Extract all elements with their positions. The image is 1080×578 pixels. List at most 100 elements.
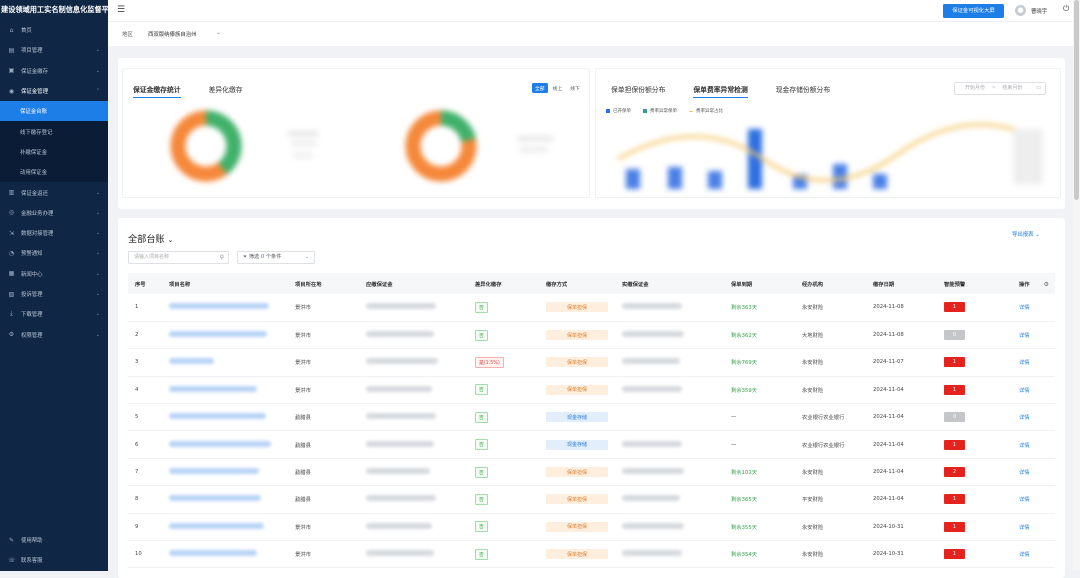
project-name-link[interactable]	[169, 522, 264, 529]
page-scrollbar[interactable]	[1073, 0, 1080, 571]
action-cell: 详情	[1012, 403, 1055, 432]
avatar[interactable]: ●	[1015, 5, 1026, 16]
ledger-title-dropdown[interactable]: 全部台账 ⌄	[128, 231, 174, 245]
tab-policy-0[interactable]: 保单担保份额分布	[611, 84, 665, 98]
sidebar-item-label: 联系客服	[21, 558, 43, 565]
sidebar-footer-item-1[interactable]: ☏ 联系客服	[0, 550, 108, 570]
data-link-icon: ⇲	[8, 229, 15, 237]
deposit-date-cell: 2024-11-04	[866, 458, 937, 487]
sidebar-item-after-1[interactable]: ◎ 金融业务办理 ⌄	[0, 203, 108, 223]
alert-badge[interactable]: 1	[944, 302, 965, 313]
sidebar-item-0[interactable]: ⌂ 首页	[0, 20, 108, 40]
detail-link[interactable]: 详情	[1019, 305, 1030, 311]
project-name-cell[interactable]	[162, 485, 288, 514]
project-name-link[interactable]	[169, 331, 267, 338]
project-name-cell[interactable]	[162, 294, 288, 322]
project-name-link[interactable]	[169, 550, 257, 557]
alert-badge[interactable]: 2	[944, 467, 965, 478]
detail-link[interactable]: 详情	[1019, 443, 1030, 449]
project-name-link[interactable]	[169, 358, 214, 365]
detail-link[interactable]: 详情	[1019, 333, 1030, 339]
project-name-link[interactable]	[169, 385, 257, 392]
ledger-card: 全部台账 ⌄ 导出报表 ⌄ 请输入项目名称 ⚲ ⏷ 筛选 0 个条件 ⌄ 序号 项目名…	[118, 218, 1065, 578]
detail-link[interactable]: 详情	[1019, 470, 1030, 476]
required-deposit-value	[366, 495, 436, 502]
detail-link[interactable]: 详情	[1019, 388, 1030, 394]
alert-badge[interactable]: 1	[944, 521, 965, 532]
segment-0[interactable]: 全部	[532, 83, 548, 93]
project-name-cell[interactable]	[162, 430, 288, 459]
sidebar-subitem-0[interactable]: 保证金台账	[0, 101, 108, 122]
search-icon[interactable]: ⚲	[220, 252, 224, 263]
location-cell: 勐腊县	[288, 403, 359, 432]
sidebar-item-after-3[interactable]: ◔ 预警通知 ⌄	[0, 243, 108, 263]
chevron-down-icon: ⌄	[95, 250, 100, 257]
export-report-button[interactable]: 导出报表 ⌄	[1012, 230, 1040, 238]
detail-link[interactable]: 详情	[1019, 552, 1030, 558]
project-name-link[interactable]	[169, 303, 269, 310]
alert-badge[interactable]: 1	[944, 494, 965, 505]
detail-link[interactable]: 详情	[1019, 415, 1030, 421]
sidebar-subitem-3[interactable]: 动用保证金	[0, 162, 108, 183]
sidebar-item-after-6[interactable]: ⤓ 下载管理 ⌄	[0, 304, 108, 324]
project-name-cell[interactable]	[162, 513, 288, 542]
tab-differential-deposit[interactable]: 差异化缴存	[209, 84, 243, 98]
project-name-cell[interactable]	[162, 540, 288, 569]
sidebar-item-1[interactable]: ▤ 项目管理 ⌄	[0, 40, 108, 60]
sidebar-footer-item-0[interactable]: ✎ 使用帮助	[0, 530, 108, 550]
start-month-input[interactable]: 开始月份	[965, 85, 985, 91]
differential-tag: 否	[475, 439, 488, 451]
tab-deposit-stats[interactable]: 保证金缴存统计	[133, 84, 181, 98]
project-name-link[interactable]	[169, 413, 266, 420]
alert-badge[interactable]: 1	[944, 549, 965, 560]
column-header: 经办机构	[795, 273, 866, 294]
project-name-cell[interactable]	[162, 321, 288, 350]
detail-link[interactable]: 详情	[1019, 360, 1030, 366]
project-name-cell[interactable]	[162, 403, 288, 432]
tab-policy-2[interactable]: 现金存储份额分布	[776, 84, 830, 98]
project-name-link[interactable]	[169, 440, 271, 447]
power-icon[interactable]: ⏻	[1063, 4, 1069, 14]
project-name-cell[interactable]	[162, 348, 288, 377]
sidebar-item-3[interactable]: ◉ 保证金管理 ⌃	[0, 81, 108, 101]
sidebar-subitem-2[interactable]: 补缴保证金	[0, 141, 108, 163]
project-search-input[interactable]: 请输入项目名称 ⚲	[128, 251, 229, 264]
alert-badge[interactable]: 1	[944, 357, 965, 368]
scrollbar-thumb[interactable]	[1074, 0, 1079, 200]
project-name-link[interactable]	[169, 468, 259, 475]
visualization-screen-button[interactable]: 保证金可视化大屏	[943, 4, 1004, 18]
sidebar-subitem-1[interactable]: 线下缴存登记	[0, 121, 108, 142]
segment-2[interactable]: 线下	[567, 83, 583, 93]
segment-1[interactable]: 线上	[550, 83, 566, 93]
sidebar-item-after-7[interactable]: ⚙ 权限管理 ⌄	[0, 324, 108, 344]
deposit-stats-panel: 保证金缴存统计 差异化缴存 全部 线上 线下	[122, 68, 590, 198]
alert-badge[interactable]: 1	[944, 384, 965, 395]
project-name-cell[interactable]	[162, 458, 288, 487]
end-month-input[interactable]: 结束月份	[1002, 85, 1022, 91]
detail-link[interactable]: 详情	[1019, 497, 1030, 503]
method-cell: 保单担保	[539, 376, 615, 405]
alert-badge[interactable]: 0	[944, 330, 965, 341]
username[interactable]: 曹晓宇	[1031, 7, 1047, 15]
tab-policy-1[interactable]: 保单费率异常检测	[693, 84, 748, 98]
project-name-cell[interactable]	[162, 376, 288, 405]
chevron-down-icon[interactable]: ⌄	[216, 29, 221, 36]
sidebar-item-2[interactable]: ▣ 保证金缴存 ⌄	[0, 61, 108, 81]
filter-dropdown[interactable]: ⏷ 筛选 0 个条件 ⌄	[237, 251, 315, 264]
paid-deposit-value	[622, 303, 682, 310]
alert-cell: 1	[937, 376, 1012, 405]
settings-icon[interactable]: ⚙	[1044, 281, 1049, 288]
detail-link[interactable]: 详情	[1019, 525, 1030, 531]
sidebar-item-after-0[interactable]: ▥ 保证金返还 ⌄	[0, 182, 108, 202]
row-number: 8	[128, 485, 162, 514]
column-header: 缴存日期	[866, 273, 937, 294]
menu-toggle-icon[interactable]: ☰	[117, 5, 125, 15]
region-select[interactable]: 西双版纳傣族自治州	[148, 30, 197, 38]
sidebar-item-after-4[interactable]: ▦ 新闻中心 ⌄	[0, 264, 108, 284]
sidebar-item-after-5[interactable]: ▧ 投诉管理 ⌄	[0, 284, 108, 304]
sidebar-item-after-2[interactable]: ⇲ 数据对接管理 ⌄	[0, 223, 108, 243]
month-range-picker[interactable]: 开始月份 ~ 结束月份 ▭	[954, 82, 1046, 95]
project-name-link[interactable]	[169, 495, 261, 502]
alert-badge[interactable]: 1	[944, 439, 965, 450]
alert-badge[interactable]: 0	[944, 412, 965, 423]
